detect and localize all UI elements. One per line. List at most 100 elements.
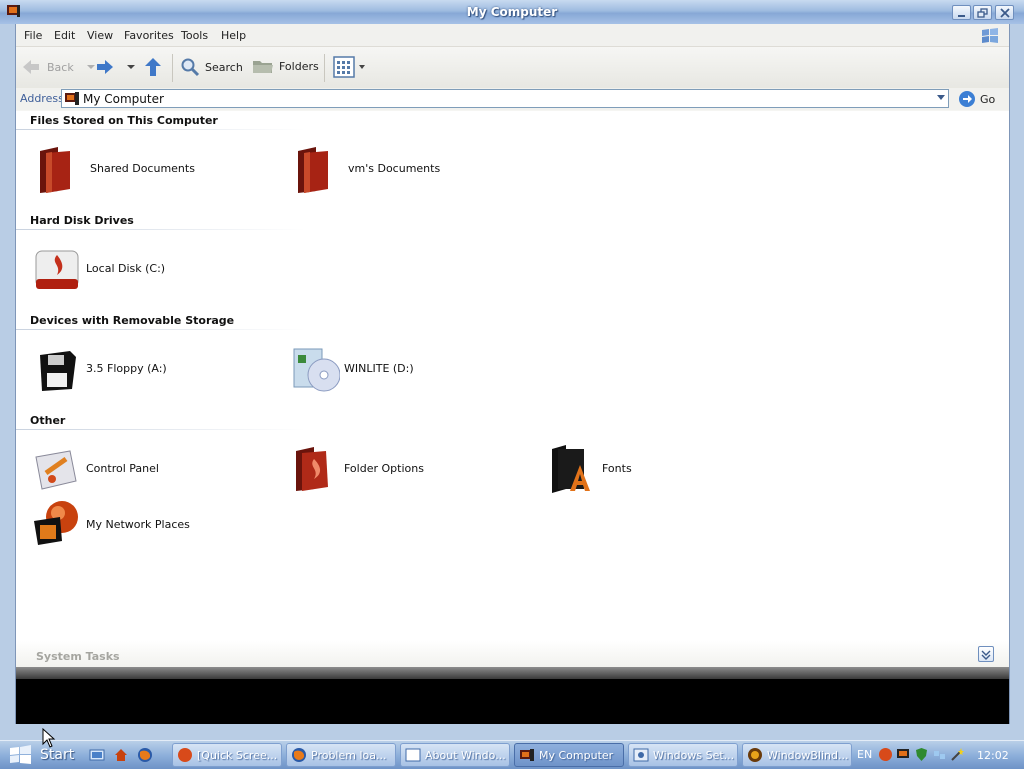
home-icon[interactable] — [113, 747, 129, 763]
app-icon — [178, 748, 192, 762]
task-label: My Computer — [539, 749, 614, 762]
item-label: Folder Options — [344, 462, 424, 475]
group-header-other: Other — [30, 414, 66, 427]
task-label: Windows Set... — [653, 749, 735, 762]
close-icon — [1000, 8, 1010, 18]
back-button[interactable]: Back — [20, 56, 96, 78]
menu-edit[interactable]: Edit — [54, 29, 75, 42]
forward-dropdown-icon[interactable] — [126, 63, 136, 71]
item-my-network-places[interactable]: My Network Places — [32, 499, 282, 551]
folders-button[interactable]: Folders — [252, 57, 319, 75]
windows-logo-icon — [10, 745, 31, 764]
explorer-window: My Computer File Edit View Favorites Too… — [0, 0, 1024, 740]
go-button[interactable]: Go — [958, 90, 995, 108]
red-folder-icon — [298, 147, 328, 193]
cd-drive-icon — [293, 348, 340, 392]
item-label: Local Disk (C:) — [86, 262, 166, 275]
minimize-icon — [958, 15, 965, 17]
firefox-icon[interactable] — [137, 747, 153, 763]
restore-button[interactable] — [973, 5, 992, 20]
windows-logo-icon — [982, 28, 998, 43]
taskbar-button-windowblinds[interactable]: WindowBlind... — [742, 743, 852, 767]
control-panel-icon — [35, 450, 77, 490]
item-folder-options[interactable]: Folder Options — [290, 443, 540, 495]
item-winlite-d[interactable]: WINLITE (D:) — [290, 343, 540, 395]
item-control-panel[interactable]: Control Panel — [32, 443, 282, 495]
forward-arrow-icon — [97, 60, 113, 74]
system-tray: EN 12:02 — [852, 743, 1024, 767]
group-header-removable-storage: Devices with Removable Storage — [30, 314, 235, 327]
taskbar-button-quick-screenshot[interactable]: [Quick Scree... — [172, 743, 282, 767]
restore-icon — [977, 8, 988, 18]
clock[interactable]: 12:02 — [977, 749, 1009, 762]
network-places-icon — [34, 501, 78, 545]
show-desktop-icon[interactable] — [89, 747, 105, 763]
item-shared-documents[interactable]: Shared Documents — [36, 143, 286, 195]
views-button[interactable] — [333, 56, 366, 78]
taskbar-button-windows-settings[interactable]: Windows Set... — [628, 743, 738, 767]
up-arrow-icon — [145, 58, 161, 76]
group-divider — [16, 229, 306, 230]
tray-monitor-icon[interactable] — [896, 747, 911, 762]
search-icon — [181, 58, 200, 77]
item-label: Shared Documents — [90, 162, 195, 175]
panel-shadow — [16, 667, 1009, 679]
search-label: Search — [205, 60, 243, 74]
item-local-disk-c[interactable]: Local Disk (C:) — [32, 243, 282, 295]
folders-label: Folders — [279, 59, 319, 73]
tray-network-icon[interactable] — [932, 747, 947, 762]
address-dropdown-icon[interactable] — [936, 94, 946, 102]
start-button[interactable]: Start — [0, 741, 82, 769]
views-dropdown-icon[interactable] — [358, 63, 366, 71]
item-label: WINLITE (D:) — [344, 362, 414, 375]
menu-file[interactable]: File — [24, 29, 42, 42]
toolbar-separator — [324, 54, 325, 82]
taskbar-button-problem-loading[interactable]: Problem loa... — [286, 743, 396, 767]
group-header-hard-disk-drives: Hard Disk Drives — [30, 214, 134, 227]
taskbar-button-about-windows[interactable]: About Windo... — [400, 743, 510, 767]
search-button[interactable]: Search — [180, 57, 243, 77]
close-button[interactable] — [995, 5, 1014, 20]
fonts-icon — [552, 445, 590, 493]
tray-wand-icon[interactable] — [950, 747, 965, 762]
task-label: Problem loa... — [311, 749, 387, 762]
start-label: Start — [40, 747, 75, 763]
firefox-icon — [292, 748, 306, 762]
item-fonts[interactable]: Fonts — [548, 443, 798, 495]
up-button[interactable] — [142, 56, 164, 78]
item-label: vm's Documents — [348, 162, 441, 175]
black-panel — [16, 679, 1009, 724]
item-vms-documents[interactable]: vm's Documents — [294, 143, 544, 195]
tray-app-icon[interactable] — [878, 747, 893, 762]
chevron-down-icon — [981, 650, 991, 660]
task-label: [Quick Scree... — [197, 749, 278, 762]
address-label: Address — [20, 92, 64, 105]
go-label: Go — [980, 92, 996, 106]
menu-view[interactable]: View — [87, 29, 113, 42]
title-bar[interactable]: My Computer — [0, 0, 1024, 24]
system-tasks-panel[interactable]: System Tasks — [16, 641, 1009, 667]
taskbar-button-my-computer[interactable]: My Computer — [514, 743, 624, 767]
item-label: Control Panel — [86, 462, 159, 475]
group-divider — [16, 329, 306, 330]
hard-drive-icon — [35, 250, 79, 289]
folder-options-icon — [296, 447, 328, 491]
windowblinds-icon — [748, 748, 762, 762]
taskbar: Start [Quick Scree... Problem loa... Abo… — [0, 740, 1024, 769]
minimize-button[interactable] — [952, 5, 971, 20]
forward-button[interactable] — [94, 56, 136, 78]
back-arrow-icon — [23, 60, 39, 74]
group-header-files-stored: Files Stored on This Computer — [30, 114, 218, 127]
file-list-view[interactable]: Files Stored on This Computer Shared Doc… — [16, 111, 1009, 641]
task-label: About Windo... — [425, 749, 506, 762]
tray-shield-icon[interactable] — [914, 747, 929, 762]
menu-tools[interactable]: Tools — [181, 29, 208, 42]
address-input[interactable]: My Computer — [61, 89, 949, 108]
window-title: My Computer — [466, 5, 558, 19]
language-indicator[interactable]: EN — [857, 748, 872, 761]
item-floppy-a[interactable]: 3.5 Floppy (A:) — [32, 343, 282, 395]
menu-help[interactable]: Help — [221, 29, 246, 42]
system-tasks-expand-button[interactable] — [978, 646, 994, 662]
back-label: Back — [47, 60, 74, 74]
menu-favorites[interactable]: Favorites — [124, 29, 174, 42]
